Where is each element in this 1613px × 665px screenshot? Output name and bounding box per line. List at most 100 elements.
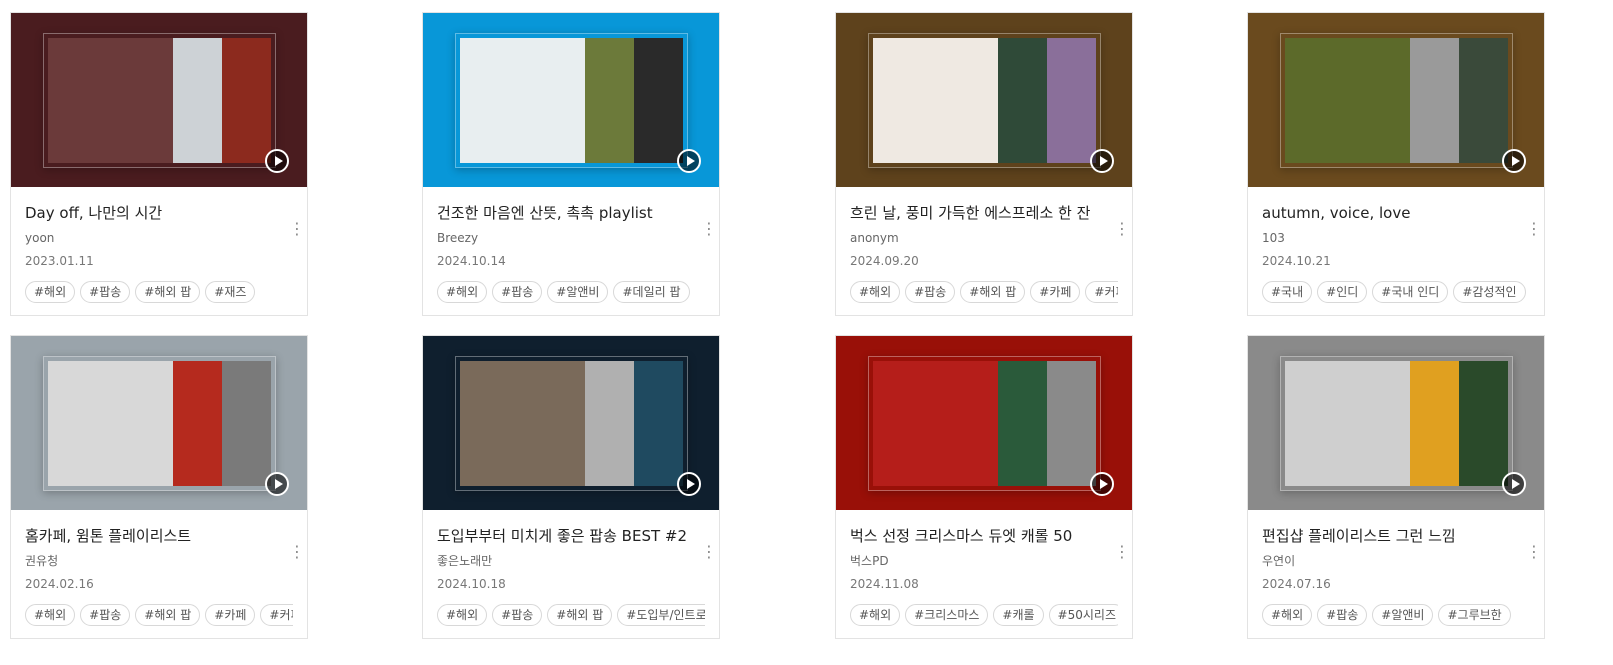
- playlist-author[interactable]: 벅스PD: [850, 553, 1118, 569]
- tag-chip[interactable]: #알앤비: [1372, 604, 1434, 626]
- tag-chip[interactable]: #커피: [260, 604, 293, 626]
- tag-chip[interactable]: #인디: [1317, 281, 1368, 303]
- play-icon[interactable]: [265, 149, 289, 173]
- playlist-card[interactable]: 편집샵 플레이리스트 그런 느낌 ⋮ 우연이 2024.07.16 #해외 #팝송…: [1247, 335, 1545, 639]
- playlist-author[interactable]: 권유청: [25, 553, 293, 569]
- tag-chip[interactable]: #팝송: [80, 604, 131, 626]
- more-options-icon[interactable]: ⋮: [289, 542, 305, 562]
- more-options-icon[interactable]: ⋮: [701, 219, 717, 239]
- tag-list: #해외 #팝송 #해외 팝 #재즈: [25, 281, 293, 303]
- playlist-thumbnail[interactable]: [11, 336, 307, 510]
- playlist-title[interactable]: Day off, 나만의 시간: [25, 203, 275, 223]
- cover-collage: [868, 33, 1101, 168]
- tag-chip[interactable]: #해외: [1262, 604, 1313, 626]
- tag-chip[interactable]: #해외: [437, 281, 488, 303]
- playlist-date: 2023.01.11: [25, 254, 94, 268]
- playlist-title[interactable]: 편집샵 플레이리스트 그런 느낌: [1262, 526, 1512, 546]
- play-icon[interactable]: [1502, 149, 1526, 173]
- play-icon[interactable]: [265, 472, 289, 496]
- tag-chip[interactable]: #알앤비: [547, 281, 609, 303]
- album-cover-main: [460, 361, 585, 486]
- tag-chip[interactable]: #해외: [850, 281, 901, 303]
- playlist-author[interactable]: 103: [1262, 230, 1530, 246]
- playlist-author[interactable]: yoon: [25, 230, 293, 246]
- cover-collage: [455, 33, 688, 168]
- more-options-icon[interactable]: ⋮: [1114, 542, 1130, 562]
- playlist-thumbnail[interactable]: [11, 13, 307, 187]
- tag-chip[interactable]: #그루브한: [1438, 604, 1511, 626]
- more-options-icon[interactable]: ⋮: [1526, 219, 1542, 239]
- album-cover-third: [222, 38, 271, 163]
- tag-chip[interactable]: #재즈: [205, 281, 256, 303]
- album-cover-third: [634, 38, 683, 163]
- tag-chip[interactable]: #해외: [437, 604, 488, 626]
- playlist-date: 2024.11.08: [850, 577, 919, 591]
- playlist-card[interactable]: Day off, 나만의 시간 ⋮ yoon 2023.01.11 #해외 #팝송…: [10, 12, 308, 316]
- tag-chip[interactable]: #해외 팝: [547, 604, 613, 626]
- tag-chip[interactable]: #해외: [25, 281, 76, 303]
- play-icon[interactable]: [677, 472, 701, 496]
- play-icon[interactable]: [1502, 472, 1526, 496]
- playlist-info: 편집샵 플레이리스트 그런 느낌 ⋮ 우연이 2024.07.16 #해외 #팝송…: [1248, 526, 1544, 626]
- playlist-thumbnail[interactable]: [836, 336, 1132, 510]
- playlist-thumbnail[interactable]: [423, 13, 719, 187]
- tag-chip[interactable]: #크리스마스: [905, 604, 989, 626]
- tag-chip[interactable]: #카페: [205, 604, 256, 626]
- playlist-card[interactable]: 흐린 날, 풍미 가득한 에스프레소 한 잔 ⋮ anonym 2024.09.…: [835, 12, 1133, 316]
- playlist-thumbnail[interactable]: [1248, 336, 1544, 510]
- play-icon[interactable]: [1090, 472, 1114, 496]
- playlist-card[interactable]: 벅스 선정 크리스마스 듀엣 캐롤 50 ⋮ 벅스PD 2024.11.08 #…: [835, 335, 1133, 639]
- playlist-info: 도입부부터 미치게 좋은 팝송 BEST #2 ⋮ 좋은노래만 2024.10.…: [423, 526, 719, 626]
- tag-chip[interactable]: #데일리 팝: [613, 281, 690, 303]
- playlist-author[interactable]: 좋은노래만: [437, 553, 705, 569]
- tag-chip[interactable]: #팝송: [80, 281, 131, 303]
- tag-chip[interactable]: #캐롤: [993, 604, 1044, 626]
- tag-chip[interactable]: #카페: [1030, 281, 1081, 303]
- tag-chip[interactable]: #50시리즈: [1048, 604, 1118, 626]
- tag-chip[interactable]: #감성적인: [1453, 281, 1526, 303]
- cover-collage: [1280, 33, 1513, 168]
- tag-chip[interactable]: #국내 인디: [1372, 281, 1449, 303]
- tag-list: #해외 #팝송 #알앤비 #그루브한: [1262, 604, 1530, 626]
- playlist-thumbnail[interactable]: [423, 336, 719, 510]
- playlist-date: 2024.10.21: [1262, 254, 1331, 268]
- playlist-thumbnail[interactable]: [1248, 13, 1544, 187]
- tag-chip[interactable]: #해외: [25, 604, 76, 626]
- playlist-title[interactable]: 홈카페, 윔톤 플레이리스트: [25, 526, 275, 546]
- more-options-icon[interactable]: ⋮: [701, 542, 717, 562]
- playlist-author[interactable]: 우연이: [1262, 553, 1530, 569]
- playlist-title[interactable]: 건조한 마음엔 산뜻, 촉촉 playlist: [437, 203, 687, 223]
- album-cover-second: [584, 38, 635, 163]
- playlist-title[interactable]: 도입부부터 미치게 좋은 팝송 BEST #2: [437, 526, 687, 546]
- play-icon[interactable]: [1090, 149, 1114, 173]
- cover-collage: [868, 356, 1101, 491]
- more-options-icon[interactable]: ⋮: [1114, 219, 1130, 239]
- playlist-title[interactable]: 벅스 선정 크리스마스 듀엣 캐롤 50: [850, 526, 1100, 546]
- playlist-author[interactable]: anonym: [850, 230, 1118, 246]
- tag-chip[interactable]: #해외 팝: [135, 281, 201, 303]
- playlist-card[interactable]: 건조한 마음엔 산뜻, 촉촉 playlist ⋮ Breezy 2024.10…: [422, 12, 720, 316]
- tag-chip[interactable]: #국내: [1262, 281, 1313, 303]
- playlist-title[interactable]: autumn, voice, love: [1262, 203, 1512, 223]
- playlist-author[interactable]: Breezy: [437, 230, 705, 246]
- tag-list: #해외 #팝송 #해외 팝 #도입부/인트로: [437, 604, 705, 626]
- tag-chip[interactable]: #팝송: [492, 604, 543, 626]
- tag-chip[interactable]: #해외: [850, 604, 901, 626]
- album-cover-third: [222, 361, 271, 486]
- playlist-thumbnail[interactable]: [836, 13, 1132, 187]
- tag-chip[interactable]: #해외 팝: [135, 604, 201, 626]
- album-cover-third: [634, 361, 683, 486]
- more-options-icon[interactable]: ⋮: [289, 219, 305, 239]
- tag-chip[interactable]: #팝송: [905, 281, 956, 303]
- playlist-card[interactable]: 홈카페, 윔톤 플레이리스트 ⋮ 권유청 2024.02.16 #해외 #팝송 #해…: [10, 335, 308, 639]
- playlist-card[interactable]: autumn, voice, love ⋮ 103 2024.10.21 #국내…: [1247, 12, 1545, 316]
- tag-chip[interactable]: #도입부/인트로: [617, 604, 705, 626]
- tag-chip[interactable]: #커피: [1085, 281, 1118, 303]
- tag-chip[interactable]: #팝송: [492, 281, 543, 303]
- playlist-title[interactable]: 흐린 날, 풍미 가득한 에스프레소 한 잔: [850, 203, 1100, 223]
- playlist-card[interactable]: 도입부부터 미치게 좋은 팝송 BEST #2 ⋮ 좋은노래만 2024.10.…: [422, 335, 720, 639]
- more-options-icon[interactable]: ⋮: [1526, 542, 1542, 562]
- play-icon[interactable]: [677, 149, 701, 173]
- tag-chip[interactable]: #팝송: [1317, 604, 1368, 626]
- tag-chip[interactable]: #해외 팝: [960, 281, 1026, 303]
